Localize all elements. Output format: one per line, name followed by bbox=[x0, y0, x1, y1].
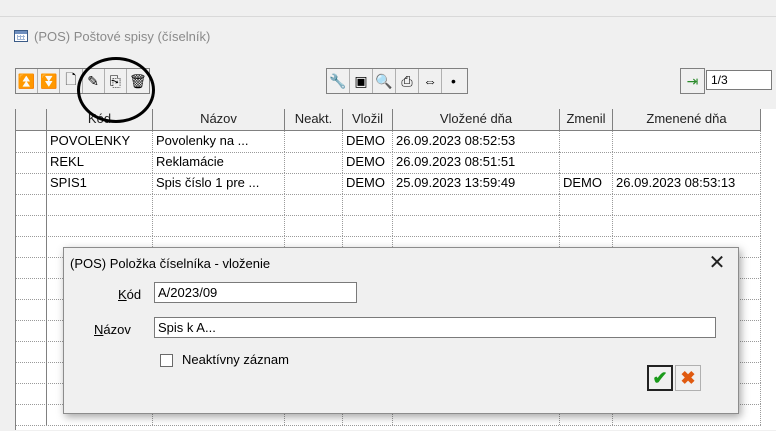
table-cell[interactable] bbox=[285, 152, 343, 173]
table-cell[interactable]: 26.09.2023 08:53:13 bbox=[613, 173, 761, 194]
column-header[interactable]: Vložil bbox=[343, 109, 393, 130]
column-header[interactable]: Vložené dňa bbox=[393, 109, 560, 130]
row-indicator[interactable] bbox=[16, 215, 47, 236]
inactive-checkbox[interactable] bbox=[160, 354, 173, 367]
row-indicator[interactable] bbox=[16, 320, 47, 341]
table-cell[interactable] bbox=[613, 152, 761, 173]
table-row[interactable] bbox=[16, 194, 761, 216]
table-cell[interactable] bbox=[153, 194, 285, 215]
nazov-input[interactable]: Spis k A... bbox=[154, 317, 716, 338]
settings-wrench-icon[interactable]: 🔧 bbox=[327, 69, 350, 93]
table-cell[interactable]: DEMO bbox=[343, 152, 393, 173]
row-indicator[interactable] bbox=[16, 404, 47, 425]
cancel-x-icon[interactable]: ✖ bbox=[675, 365, 701, 391]
column-header[interactable]: Neakt. bbox=[285, 109, 343, 130]
row-indicator[interactable] bbox=[16, 131, 47, 152]
highlight-circle bbox=[77, 57, 155, 123]
table-cell[interactable] bbox=[560, 152, 613, 173]
exit-toolbar: ⇥ bbox=[680, 68, 705, 94]
row-indicator-header bbox=[16, 109, 47, 130]
table-cell[interactable]: Povolenky na ... bbox=[153, 131, 285, 152]
table-cell[interactable]: Reklamácie bbox=[153, 152, 285, 173]
table-cell[interactable] bbox=[613, 194, 761, 215]
window-title: (POS) Poštové spisy (číselník) bbox=[34, 28, 211, 44]
record-pager[interactable]: 1/3 bbox=[706, 70, 772, 90]
table-cell[interactable] bbox=[285, 173, 343, 194]
row-indicator[interactable] bbox=[16, 194, 47, 215]
table-cell[interactable] bbox=[393, 194, 560, 215]
table-cell[interactable]: REKL bbox=[47, 152, 153, 173]
inactive-checkbox-label: Neaktívny záznam bbox=[182, 352, 289, 367]
row-indicator[interactable] bbox=[16, 257, 47, 278]
first-record-icon[interactable]: ⏫ bbox=[16, 69, 39, 93]
row-indicator[interactable] bbox=[16, 152, 47, 173]
row-indicator[interactable] bbox=[16, 341, 47, 362]
table-cell[interactable] bbox=[285, 131, 343, 152]
table-cell[interactable] bbox=[560, 215, 613, 236]
table-cell[interactable] bbox=[153, 215, 285, 236]
monitor-icon[interactable]: ▣ bbox=[350, 69, 373, 93]
table-row[interactable]: POVOLENKY Povolenky na ... DEMO 26.09.2023 … bbox=[16, 131, 761, 153]
row-indicator[interactable] bbox=[16, 299, 47, 320]
last-record-icon[interactable]: ⏬ bbox=[38, 69, 61, 93]
window-titlebar: (POS) Poštové spisy (číselník) bbox=[14, 25, 210, 47]
point-icon[interactable]: • bbox=[442, 69, 465, 93]
kod-label: Kód bbox=[118, 287, 142, 302]
table-cell[interactable] bbox=[47, 215, 153, 236]
row-indicator[interactable] bbox=[16, 236, 47, 257]
table-cell[interactable] bbox=[613, 215, 761, 236]
table-app-icon bbox=[14, 30, 28, 42]
table-cell[interactable] bbox=[613, 131, 761, 152]
table-cell[interactable] bbox=[343, 215, 393, 236]
column-header[interactable]: Názov bbox=[153, 109, 285, 130]
table-cell[interactable]: DEMO bbox=[343, 173, 393, 194]
table-cell[interactable]: DEMO bbox=[560, 173, 613, 194]
confirm-check-icon[interactable]: ✔ bbox=[647, 365, 673, 391]
insert-item-dialog: (POS) Položka číselníka - vloženie ✕ Kód… bbox=[63, 247, 739, 414]
row-indicator[interactable] bbox=[16, 362, 47, 383]
table-cell[interactable] bbox=[343, 194, 393, 215]
table-cell[interactable] bbox=[393, 215, 560, 236]
kod-input[interactable]: A/2023/09 bbox=[154, 282, 357, 303]
row-indicator[interactable] bbox=[16, 383, 47, 404]
table-cell[interactable]: 26.09.2023 08:51:51 bbox=[393, 152, 560, 173]
row-indicator[interactable] bbox=[16, 278, 47, 299]
nazov-label: Názov bbox=[94, 322, 131, 337]
tools-toolbar: 🔧 ▣ 🔍 ⎙ ⇔ • bbox=[326, 68, 468, 94]
column-header[interactable]: Zmenené dňa bbox=[613, 109, 761, 130]
table-cell[interactable] bbox=[285, 194, 343, 215]
table-cell[interactable]: SPIS1 bbox=[47, 173, 153, 194]
table-row[interactable]: SPIS1 Spis číslo 1 pre ... DEMO 25.09.2023 … bbox=[16, 173, 761, 195]
table-cell[interactable] bbox=[47, 194, 153, 215]
table-cell[interactable] bbox=[560, 131, 613, 152]
dialog-title: (POS) Položka číselníka - vloženie bbox=[70, 256, 271, 271]
search-icon[interactable]: 🔍 bbox=[373, 69, 396, 93]
table-cell[interactable] bbox=[560, 194, 613, 215]
column-header[interactable]: Zmenil bbox=[560, 109, 613, 130]
table-row[interactable]: REKL Reklamácie DEMO 26.09.2023 08:51:51 bbox=[16, 152, 761, 174]
row-indicator[interactable] bbox=[16, 173, 47, 194]
table-row[interactable] bbox=[16, 215, 761, 237]
table-cell[interactable] bbox=[285, 215, 343, 236]
table-cell[interactable]: 25.09.2023 13:59:49 bbox=[393, 173, 560, 194]
table-cell[interactable]: 26.09.2023 08:52:53 bbox=[393, 131, 560, 152]
table-cell[interactable]: POVOLENKY bbox=[47, 131, 153, 152]
table-cell[interactable]: DEMO bbox=[343, 131, 393, 152]
exit-door-icon[interactable]: ⇥ bbox=[681, 69, 704, 93]
print-icon[interactable]: ⎙ bbox=[396, 69, 419, 93]
table-cell[interactable]: Spis číslo 1 pre ... bbox=[153, 173, 285, 194]
export-icon[interactable]: ⇔ bbox=[419, 69, 442, 93]
close-icon[interactable]: ✕ bbox=[702, 250, 732, 276]
